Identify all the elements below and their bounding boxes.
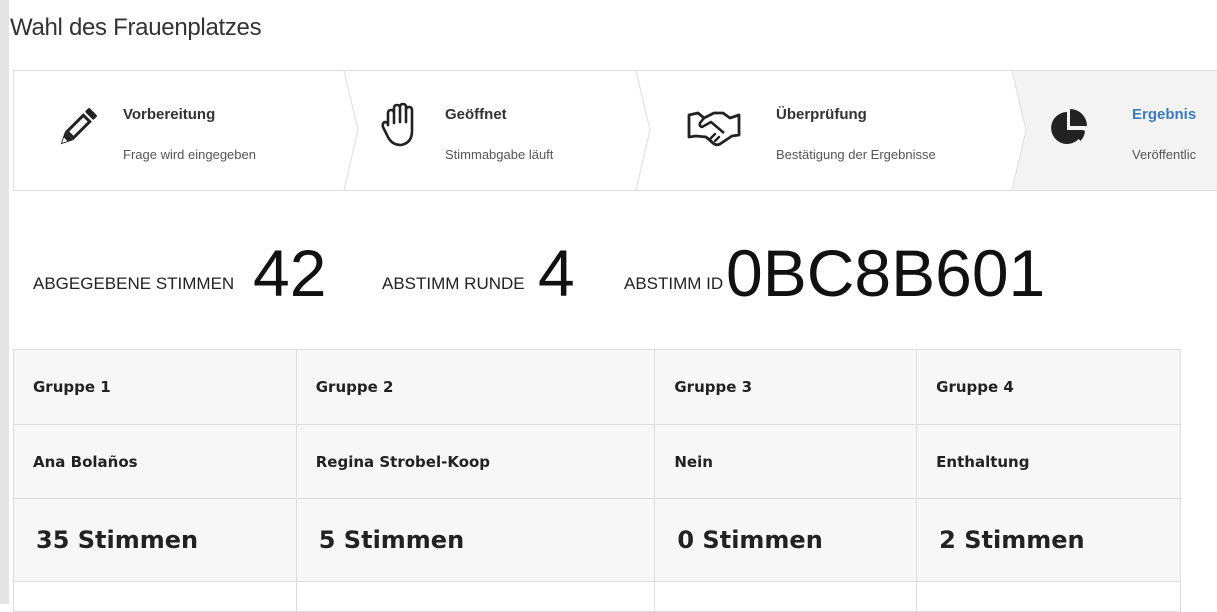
results-table: Gruppe 1 Gruppe 2 Gruppe 3 Gruppe 4 Ana … <box>13 349 1181 612</box>
table-row: Ana Bolaños Regina Strobel-Koop Nein Ent… <box>13 424 1181 499</box>
empty-cell <box>654 581 918 612</box>
voting-id-value: 0BC8B601 <box>726 236 1046 310</box>
step-title: Ergebnis <box>1132 106 1197 123</box>
table-row <box>13 581 1181 612</box>
vote-count: 5 Stimmen <box>295 498 656 582</box>
table-row: Gruppe 1 Gruppe 2 Gruppe 3 Gruppe 4 <box>13 349 1181 425</box>
voting-round-value: 4 <box>538 236 575 310</box>
pencil-icon <box>60 108 97 145</box>
step-description: Veröffentlic <box>1132 147 1197 162</box>
raised-hand-icon <box>381 102 414 147</box>
votes-cast-label: ABGEGEBENE STIMMEN <box>33 274 235 293</box>
group-header: Gruppe 2 <box>295 349 656 425</box>
step-description: Frage wird eingegeben <box>123 147 256 162</box>
group-header: Gruppe 4 <box>916 349 1181 425</box>
step-geoeffnet[interactable]: Geöffnet Stimmabgabe läuft <box>358 71 636 190</box>
step-title: Geöffnet <box>445 106 507 123</box>
empty-cell <box>13 581 297 612</box>
option-name: Enthaltung <box>916 424 1181 499</box>
voting-id-label: ABSTIMM ID <box>624 274 724 293</box>
empty-cell <box>916 581 1181 612</box>
vote-count: 35 Stimmen <box>13 498 297 582</box>
page-title: Wahl des Frauenplatzes <box>10 14 262 41</box>
option-name: Ana Bolaños <box>13 424 297 499</box>
pie-chart-icon <box>1051 109 1087 144</box>
table-row: 35 Stimmen 5 Stimmen 0 Stimmen 2 Stimmen <box>13 498 1181 582</box>
option-name: Regina Strobel-Koop <box>295 424 656 499</box>
process-steps: Vorbereitung Frage wird eingegeben Geöff… <box>13 70 1217 191</box>
step-ergebnis[interactable]: Ergebnis Veröffentlic <box>1026 71 1217 190</box>
group-header: Gruppe 1 <box>13 349 297 425</box>
step-description: Stimmabgabe läuft <box>445 147 554 162</box>
step-title: Überprüfung <box>776 106 867 123</box>
option-name: Nein <box>654 424 918 499</box>
step-vorbereitung[interactable]: Vorbereitung Frage wird eingegeben <box>14 71 344 190</box>
vote-stats: ABGEGEBENE STIMMEN 42 ABSTIMM RUNDE 4 AB… <box>33 228 1213 308</box>
vote-count: 0 Stimmen <box>654 498 918 582</box>
vote-count: 2 Stimmen <box>916 498 1181 582</box>
step-ueberpruefung[interactable]: Überprüfung Bestätigung der Ergebnisse <box>650 71 1012 190</box>
handshake-icon <box>687 111 741 147</box>
group-header: Gruppe 3 <box>654 349 918 425</box>
step-title: Vorbereitung <box>123 106 216 123</box>
empty-cell <box>295 581 656 612</box>
left-scroll-edge <box>0 0 9 604</box>
voting-round-label: ABSTIMM RUNDE <box>382 274 525 293</box>
step-description: Bestätigung der Ergebnisse <box>776 147 936 162</box>
votes-cast-value: 42 <box>253 236 327 310</box>
